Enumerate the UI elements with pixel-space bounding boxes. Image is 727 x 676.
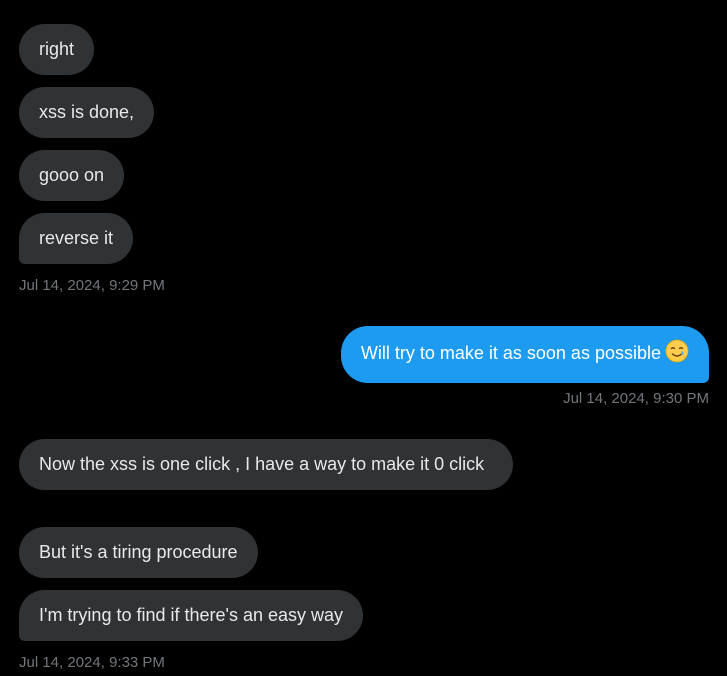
incoming-message[interactable]: Now the xss is one click , I have a way … <box>19 439 513 490</box>
incoming-message[interactable]: reverse it <box>19 213 134 264</box>
message-timestamp: Jul 14, 2024, 9:30 PM <box>563 390 709 407</box>
dm-conversation: right xss is done, gooo on reverse it Ju… <box>0 0 727 676</box>
incoming-message[interactable]: gooo on <box>19 150 125 201</box>
incoming-message[interactable]: xss is done, <box>19 87 155 138</box>
smiling-face-with-tear-icon <box>665 339 689 370</box>
message-timestamp: Jul 14, 2024, 9:29 PM <box>19 277 165 294</box>
incoming-message[interactable]: I'm trying to find if there's an easy wa… <box>19 590 364 641</box>
outgoing-message[interactable]: Will try to make it as soon as possible <box>340 326 709 383</box>
incoming-message[interactable]: But it's a tiring procedure <box>19 527 258 578</box>
incoming-message[interactable]: right <box>19 24 95 75</box>
outgoing-message-text: Will try to make it as soon as possible <box>360 343 661 363</box>
message-timestamp: Jul 14, 2024, 9:33 PM <box>19 654 165 671</box>
